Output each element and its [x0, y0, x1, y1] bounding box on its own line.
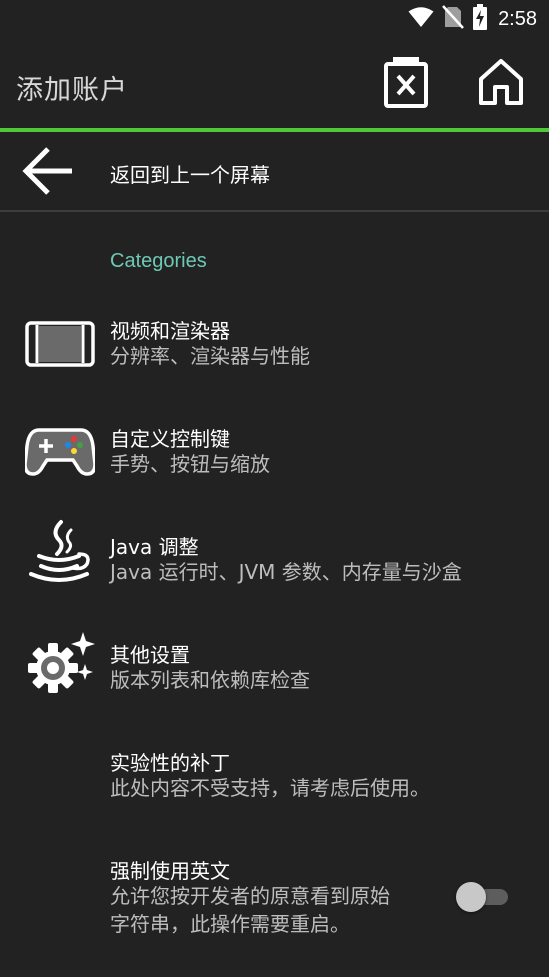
- wifi-icon: [408, 6, 434, 32]
- pref-summary-line2: 字符串，此操作需要重启。: [110, 912, 350, 936]
- java-icon: [24, 520, 96, 584]
- pref-item-video[interactable]: 视频和渲染器 分辨率、渲染器与性能: [0, 300, 549, 400]
- no-sim-icon: [442, 5, 464, 33]
- pref-summary: 手势、按钮与缩放: [110, 452, 270, 476]
- pref-summary: 此处内容不受支持，请考虑后使用。: [110, 776, 430, 800]
- gamepad-icon: [24, 418, 96, 482]
- pref-title: 强制使用英文: [110, 859, 230, 883]
- pref-item-misc[interactable]: 其他设置 版本列表和依赖库检查: [0, 624, 549, 724]
- status-icons: 2:58: [408, 4, 537, 34]
- status-time: 2:58: [498, 7, 537, 30]
- page-title: 添加账户: [16, 75, 128, 106]
- pref-summary: 分辨率、渲染器与性能: [110, 344, 310, 368]
- arrow-left-icon: [22, 146, 76, 196]
- toggle-thumb: [456, 882, 486, 912]
- pref-summary: 版本列表和依赖库检查: [110, 668, 310, 692]
- pref-title: 视频和渲染器: [110, 319, 230, 343]
- pref-item-java[interactable]: Java 调整 Java 运行时、JVM 参数、内存量与沙盒: [0, 516, 549, 616]
- category-header: Categories: [110, 250, 207, 272]
- status-bar: 2:58: [0, 0, 549, 38]
- pref-item-experimental[interactable]: 实验性的补丁 此处内容不受支持，请考虑后使用。: [0, 732, 549, 832]
- pref-item-controls[interactable]: 自定义控制键 手势、按钮与缩放: [0, 408, 549, 508]
- pref-title: 实验性的补丁: [110, 751, 230, 775]
- gear-sparkle-icon: [24, 632, 96, 696]
- pref-summary: Java 运行时、JVM 参数、内存量与沙盒: [110, 560, 462, 584]
- divider: [0, 210, 549, 212]
- back-row[interactable]: 返回到上一个屏幕: [0, 132, 549, 210]
- display-icon: [24, 312, 96, 376]
- force-english-toggle[interactable]: [456, 882, 508, 912]
- delete-box-icon: [383, 56, 429, 112]
- pref-summary-line1: 允许您按开发者的原意看到原始: [110, 884, 390, 908]
- pref-title: Java 调整: [110, 535, 199, 559]
- battery-charging-icon: [472, 4, 488, 34]
- pref-title: 自定义控制键: [110, 427, 230, 451]
- home-button[interactable]: [475, 58, 527, 110]
- back-label: 返回到上一个屏幕: [110, 163, 270, 187]
- toolbar: 添加账户: [0, 38, 549, 128]
- pref-title: 其他设置: [110, 643, 190, 667]
- delete-button[interactable]: [380, 56, 432, 112]
- home-icon: [476, 57, 526, 111]
